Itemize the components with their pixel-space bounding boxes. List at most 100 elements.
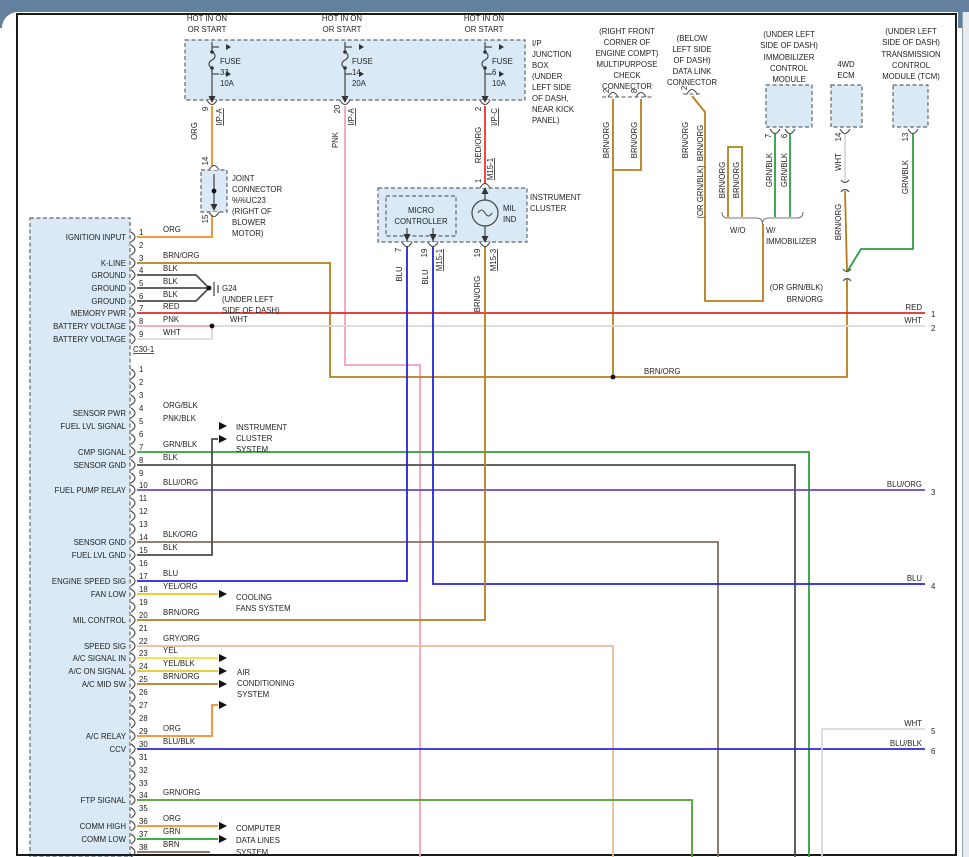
diagram-label: RED	[163, 302, 180, 311]
system-ref-arrow-icon	[219, 667, 227, 675]
diagram-label: OF DASH)	[673, 56, 711, 65]
diagram-label: 14	[352, 68, 361, 77]
diagram-label: BOX	[532, 61, 549, 70]
pin-label: COMM LOW	[81, 835, 126, 844]
pin-label: FUEL PUMP RELAY	[55, 486, 127, 495]
diagram-label: 2	[931, 324, 935, 333]
diagram-label: SYSTEM	[237, 690, 269, 699]
diagram-label: YEL/BLK	[163, 659, 195, 668]
pin-label: CCV	[110, 745, 127, 754]
pin-number: 5	[139, 417, 144, 426]
pin-label: FUEL LVL GND	[72, 551, 127, 560]
diagram-label: (UNDER LEFT	[885, 27, 937, 36]
diagram-label: 6	[780, 134, 789, 138]
pin-arc	[131, 270, 135, 280]
diagram-label: ENGINE COMPT)	[596, 49, 659, 58]
junction-dot	[611, 375, 616, 380]
diagram-label: 19	[420, 249, 429, 258]
diagram-label: 14	[201, 156, 210, 165]
pin-number: 35	[139, 804, 148, 813]
4wd-ecm-box	[831, 85, 862, 127]
pin-number: 2	[139, 378, 143, 387]
fuse-terminal	[210, 50, 214, 54]
diagram-label: 10A	[220, 79, 235, 88]
diagram-label: BLU	[421, 269, 430, 285]
diagram-label: CONDITIONING	[237, 679, 295, 688]
diagram-label: BRN/ORG	[630, 122, 639, 158]
pin-number: 3	[139, 391, 143, 400]
pin-arc	[131, 576, 135, 586]
system-ref-arrow-icon	[219, 822, 227, 830]
diagram-label: MULTIPURPOSE	[597, 60, 658, 69]
diagram-label: MIL	[503, 204, 517, 213]
pin-arc	[131, 245, 135, 255]
pin-arc	[131, 308, 135, 318]
diagram-label: GRN/ORG	[163, 788, 200, 797]
wire-blu	[433, 244, 925, 584]
diagram-label: 6	[931, 747, 935, 756]
diagram-label: MODULE	[772, 75, 805, 84]
diagram-label: CONTROL	[770, 64, 809, 73]
pin-arc	[131, 783, 135, 793]
pin-number: 6	[139, 292, 143, 301]
diagram-label: BRN/ORG	[732, 162, 741, 198]
pin-arc	[131, 705, 135, 715]
pin-number: 18	[139, 585, 148, 594]
system-ref-arrow-icon	[219, 701, 227, 709]
diagram-label: BLK	[163, 543, 179, 552]
pin-number: 23	[139, 649, 148, 658]
pin-label: A/C ON SIGNAL	[68, 667, 126, 676]
diagram-label: ORG/BLK	[163, 401, 198, 410]
pin-arc	[131, 602, 135, 612]
diagram-label: JUNCTION	[532, 50, 571, 59]
diagram-label: 33	[220, 68, 229, 77]
pin-arc	[131, 834, 135, 844]
diagram-label: 15	[201, 214, 210, 223]
diagram-label: 14	[834, 132, 843, 141]
diagram-label: 8	[630, 89, 639, 93]
system-ref-arrow-icon	[219, 435, 227, 443]
pin-number: 30	[139, 740, 148, 749]
pin-arc	[131, 524, 135, 534]
pin-label: GROUND	[91, 284, 126, 293]
diagram-label: 9	[201, 107, 210, 111]
pin-label: A/C SIGNAL IN	[73, 654, 126, 663]
pin-arc	[131, 615, 135, 625]
tcm-box	[893, 85, 928, 127]
diagram-border-frame	[17, 14, 956, 855]
diagram-label: BRN/ORG	[163, 672, 199, 681]
diagram-label: W/O	[730, 226, 746, 235]
diagram-label: COOLING	[236, 593, 272, 602]
pin-label: MIL CONTROL	[73, 616, 127, 625]
pin-arc	[785, 129, 795, 134]
diagram-label: M15-1	[486, 158, 495, 180]
wire-org-blk	[137, 413, 731, 857]
diagram-label: IND	[503, 215, 517, 224]
diagram-label: BLK	[163, 264, 179, 273]
fuse-terminal	[210, 66, 214, 70]
wire-brn-org	[845, 191, 847, 271]
diagram-label: 1	[931, 310, 935, 319]
pin-arc	[131, 258, 135, 268]
pin-label: ENGINE SPEED SIG	[52, 577, 126, 586]
diagram-label: WHT	[904, 719, 922, 728]
fuse-terminal	[343, 66, 347, 70]
pin-label: CMP SIGNAL	[78, 448, 127, 457]
diagram-label: LEFT SIDE	[672, 45, 711, 54]
diagram-label: 6	[492, 68, 496, 77]
diagram-label: BLU/ORG	[163, 478, 198, 487]
pin-label: SENSOR PWR	[73, 409, 127, 418]
diagram-label: BRN/ORG	[681, 122, 690, 158]
pin-label: MEMORY PWR	[71, 309, 127, 318]
fuse-terminal	[483, 50, 487, 54]
diagram-label: BRN/ORG	[834, 204, 843, 240]
diagram-label: MOTOR)	[232, 229, 264, 238]
diagram-label: DATA LINK	[673, 67, 713, 76]
system-ref-arrow-icon	[219, 835, 227, 843]
diagram-label: CHECK	[613, 71, 641, 80]
diagram-label: SIDE OF DASH)	[760, 41, 818, 50]
pin-label: FTP SIGNAL	[81, 796, 127, 805]
pin-number: 25	[139, 675, 148, 684]
diagram-label: HOT IN ON	[322, 14, 362, 23]
pin-label: SPEED SIG	[84, 642, 126, 651]
